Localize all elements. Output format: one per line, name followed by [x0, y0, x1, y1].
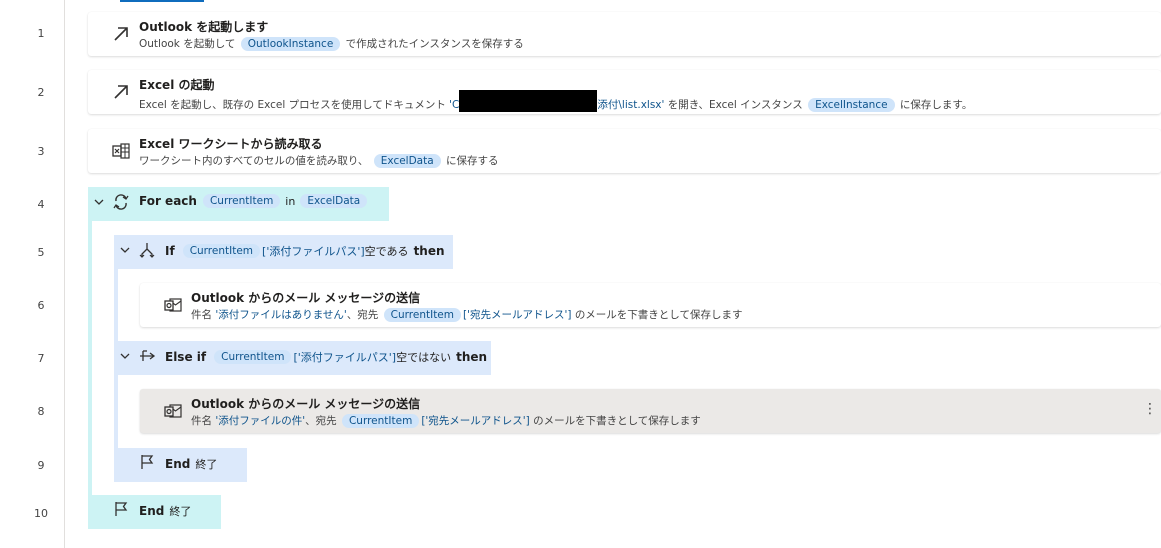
line-number: 2: [37, 86, 45, 99]
end-label: 終了: [169, 505, 192, 518]
chevron-down-icon[interactable]: [119, 244, 131, 256]
field-accessor: ['添付ファイルパス']: [293, 351, 397, 364]
condition-text: 空である: [364, 245, 409, 258]
desc-text: を開き、Excel インスタンス: [664, 99, 803, 111]
loop-keyword: For each: [139, 194, 197, 208]
action-description: ワークシート内のすべてのセルの値を読み取り、 ExcelData に保存する: [139, 153, 499, 168]
action-description: 件名 '添付ファイルの件'、宛先 CurrentItem ['宛先メールアドレス'…: [191, 413, 701, 428]
subject-value: '添付ファイルはありません': [215, 309, 347, 321]
then-keyword: then: [413, 244, 445, 258]
line-number: 5: [37, 246, 45, 259]
action-send-outlook-mail[interactable]: Outlook からのメール メッセージの送信 件名 '添付ファイルはありません…: [140, 283, 1161, 327]
action-title: Outlook を起動します: [139, 20, 269, 34]
top-tab-indicator: [120, 0, 204, 2]
action-title: Outlook からのメール メッセージの送信: [191, 291, 421, 305]
action-description: Outlook を起動して OutlookInstance で作成されたインスタ…: [139, 36, 524, 51]
desc-text: に保存します。: [899, 99, 973, 111]
desc-text: で作成されたインスタンスを保存する: [345, 38, 524, 50]
more-options-icon[interactable]: ⋮: [1143, 401, 1157, 417]
desc-text: ワークシート内のすべてのセルの値を読み取り、: [139, 155, 369, 167]
end-for-each-statement: End 終了: [139, 503, 194, 519]
else-if-keyword: Else if: [165, 350, 207, 364]
desc-text: Excel を起動し、既存の Excel プロセスを使用してドキュメント: [139, 99, 450, 111]
in-keyword: in: [285, 194, 296, 208]
field-accessor: ['宛先メールアドレス']: [463, 309, 572, 321]
line-number: 1: [37, 27, 45, 40]
loop-icon: [113, 194, 129, 210]
action-title: Excel の起動: [139, 78, 215, 92]
desc-text: 件名: [191, 415, 216, 427]
action-send-outlook-mail-selected[interactable]: Outlook からのメール メッセージの送信 件名 '添付ファイルの件'、宛先…: [140, 389, 1161, 433]
end-label: 終了: [195, 458, 218, 471]
line-number: 3: [37, 145, 45, 158]
end-if-statement: End 終了: [165, 456, 220, 472]
condition-text: 空ではない: [396, 351, 452, 364]
desc-text: のメールを下書きとして保存します: [533, 415, 701, 427]
field-accessor: ['宛先メールアドレス']: [421, 415, 530, 427]
variable-pill[interactable]: ExcelData: [373, 154, 441, 168]
variable-pill[interactable]: OutlookInstance: [240, 37, 341, 51]
file-path-start: 'C: [449, 99, 460, 111]
flag-icon: [115, 502, 128, 516]
excel-sheet-icon: [112, 143, 130, 159]
action-description: Excel を起動し、既存の Excel プロセスを使用してドキュメント 'C 添…: [139, 90, 973, 116]
desc-text: 件名: [191, 309, 216, 321]
variable-pill[interactable]: ExcelData: [300, 194, 368, 208]
subject-value: '添付ファイルの件': [215, 415, 306, 427]
then-keyword: then: [456, 350, 488, 364]
arrow-up-right-icon: [114, 85, 128, 99]
desc-text: Outlook を起動して: [139, 38, 236, 50]
action-title: Outlook からのメール メッセージの送信: [191, 397, 421, 411]
desc-text: のメールを下書きとして保存します: [574, 309, 743, 321]
desc-text: 、宛先: [346, 309, 379, 321]
action-title: Excel ワークシートから読み取る: [139, 137, 323, 151]
for-each-scope-line: [88, 221, 92, 495]
outlook-mail-icon: [164, 404, 182, 418]
variable-pill[interactable]: CurrentItem: [383, 308, 461, 322]
line-number: 8: [37, 405, 45, 418]
else-branch-icon: [140, 350, 156, 361]
flag-icon: [141, 455, 154, 469]
for-each-statement: For each CurrentItem in ExcelData: [139, 194, 369, 208]
action-launch-outlook[interactable]: Outlook を起動します Outlook を起動して OutlookInst…: [88, 12, 1161, 56]
action-description: 件名 '添付ファイルはありません'、宛先 CurrentItem ['宛先メールア…: [191, 307, 743, 322]
chevron-down-icon[interactable]: [119, 350, 131, 362]
branch-icon: [139, 243, 155, 258]
end-keyword: End: [165, 457, 191, 471]
redacted-region: [459, 90, 598, 112]
desc-text: に保存する: [446, 155, 499, 167]
outlook-mail-icon: [164, 298, 182, 312]
action-read-excel-worksheet[interactable]: Excel ワークシートから読み取る ワークシート内のすべてのセルの値を読み取り…: [88, 129, 1161, 173]
action-launch-excel[interactable]: Excel の起動 Excel を起動し、既存の Excel プロセスを使用して…: [88, 70, 1161, 114]
line-number: 7: [37, 352, 45, 365]
variable-pill[interactable]: CurrentItem: [341, 414, 420, 428]
variable-pill[interactable]: CurrentItem: [202, 194, 281, 208]
desc-text: 、宛先: [305, 415, 337, 427]
variable-pill[interactable]: CurrentItem: [182, 244, 261, 258]
line-number: 10: [34, 507, 48, 520]
variable-pill[interactable]: ExcelInstance: [808, 98, 895, 112]
line-number: 9: [37, 459, 45, 472]
if-keyword: If: [165, 244, 175, 258]
line-number: 4: [37, 198, 45, 211]
file-path-end: 添付\list.xlsx': [597, 99, 665, 111]
line-number: 6: [37, 299, 45, 312]
variable-pill[interactable]: CurrentItem: [214, 350, 292, 364]
else-if-statement: Else if CurrentItem ['添付ファイルパス'] 空ではない t…: [165, 349, 487, 365]
if-statement: If CurrentItem ['添付ファイルパス'] 空である then: [165, 243, 445, 259]
end-keyword: End: [139, 504, 165, 518]
arrow-up-right-icon: [114, 27, 128, 41]
field-accessor: ['添付ファイルパス']: [262, 245, 365, 258]
chevron-down-icon[interactable]: [93, 196, 105, 208]
